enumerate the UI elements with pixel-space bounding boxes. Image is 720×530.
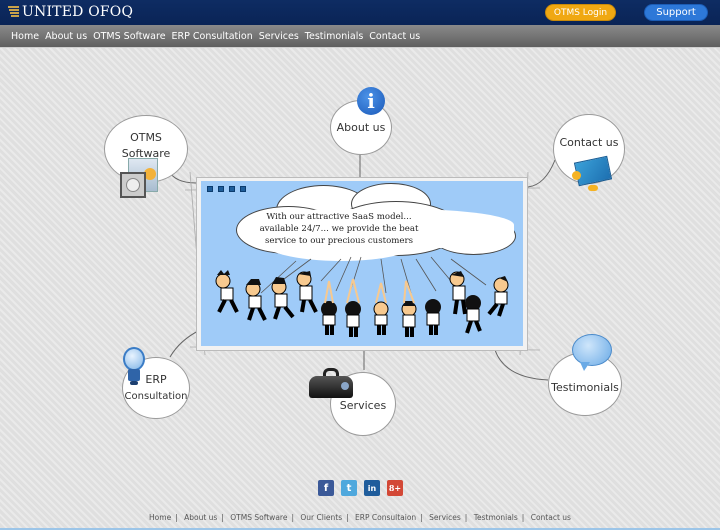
lightbulb-icon	[123, 347, 145, 389]
banner-slideshow: With our attractive SaaS model... availa…	[201, 181, 523, 346]
footer-link-otms-software[interactable]: OTMS Software	[230, 513, 287, 522]
contact-us-label: Contact us	[559, 135, 619, 149]
erp-label-line2: Consultation	[124, 390, 188, 402]
facebook-icon[interactable]: f	[318, 480, 334, 496]
footer-link-erp-consultation[interactable]: ERP Consultaion	[355, 513, 416, 522]
linkedin-icon[interactable]: in	[364, 480, 380, 496]
testimonials-label: Testimonials	[551, 380, 619, 394]
toolbox-icon	[309, 368, 353, 398]
envelope-icon	[572, 155, 613, 193]
google-plus-icon[interactable]: 8+	[387, 480, 403, 496]
footer-link-home[interactable]: Home	[149, 513, 171, 522]
footer-link-services[interactable]: Services	[429, 513, 461, 522]
software-box-icon	[118, 158, 162, 200]
footer-link-about-us[interactable]: About us	[184, 513, 217, 522]
otms-label-line1: OTMS	[130, 130, 162, 144]
speech-bubble-icon	[572, 334, 612, 374]
info-icon: i	[357, 87, 385, 115]
services-label: Services	[339, 398, 387, 412]
about-us-label: About us	[336, 121, 386, 135]
social-links: f t in 8+	[318, 480, 403, 496]
people-pulling-cloud	[215, 256, 509, 337]
footer-nav: Home | About us | OTMS Software | Our Clien…	[149, 513, 571, 522]
footer-link-contact-us[interactable]: Contact us	[531, 513, 571, 522]
twitter-icon[interactable]: t	[341, 480, 357, 496]
footer-link-testimonials[interactable]: Testmonials	[474, 513, 518, 522]
footer-link-our-clients[interactable]: Our Clients	[300, 513, 342, 522]
